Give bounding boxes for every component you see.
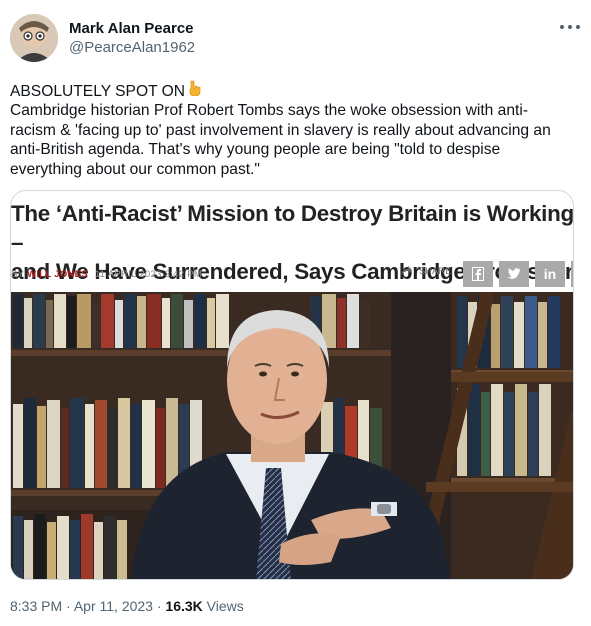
meta-separator: · bbox=[66, 598, 71, 614]
tweet-meta: 8:33 PM · Apr 11, 2023 · 16.3K Views bbox=[10, 598, 244, 614]
facebook-share-button[interactable] bbox=[463, 261, 493, 287]
linkedin-icon: in bbox=[543, 266, 557, 282]
tweet-text: ABSOLUTELY SPOT ON Cambridge historian P… bbox=[10, 80, 570, 179]
user-handle[interactable]: @PearceAlan1962 bbox=[69, 39, 195, 56]
tweet-header: Mark Alan Pearce @PearceAlan1962 bbox=[10, 14, 580, 66]
author-name[interactable]: WILL JONES bbox=[27, 269, 88, 280]
article-date: 11 APRIL 2023 3:42 PM bbox=[94, 269, 203, 280]
avatar[interactable] bbox=[10, 14, 58, 62]
share-button[interactable]: SHARE bbox=[400, 265, 452, 276]
views-label: Views bbox=[206, 598, 244, 614]
views-count[interactable]: 16.3K bbox=[165, 598, 202, 614]
tweet-body: Cambridge historian Prof Robert Tombs sa… bbox=[10, 102, 551, 178]
more-share-button[interactable] bbox=[571, 261, 573, 287]
share-arrow-icon bbox=[401, 266, 412, 275]
facebook-icon bbox=[472, 267, 484, 281]
link-card[interactable]: The ‘Anti-Racist’ Mission to Destroy Bri… bbox=[10, 190, 574, 580]
tweet-headline: ABSOLUTELY SPOT ON bbox=[10, 83, 186, 100]
tweet-time[interactable]: 8:33 PM bbox=[10, 598, 62, 614]
share-label: SHARE bbox=[419, 265, 452, 276]
twitter-share-button[interactable] bbox=[499, 261, 529, 287]
article-photo[interactable] bbox=[11, 292, 573, 579]
tweet-date[interactable]: Apr 11, 2023 bbox=[74, 598, 153, 614]
byline: BY WILL JONES 11 APRIL 2023 3:42 PM bbox=[11, 269, 202, 280]
backhand-index-pointing-down-icon bbox=[187, 80, 201, 101]
twitter-bird-icon bbox=[507, 268, 521, 279]
linkedin-share-button[interactable]: in bbox=[535, 261, 565, 287]
user-name[interactable]: Mark Alan Pearce bbox=[69, 20, 194, 37]
meta-separator: · bbox=[156, 598, 162, 614]
more-options-icon[interactable] bbox=[560, 20, 580, 34]
byline-prefix: BY bbox=[11, 269, 25, 280]
card-headline-line-1: The ‘Anti-Racist’ Mission to Destroy Bri… bbox=[11, 201, 574, 255]
